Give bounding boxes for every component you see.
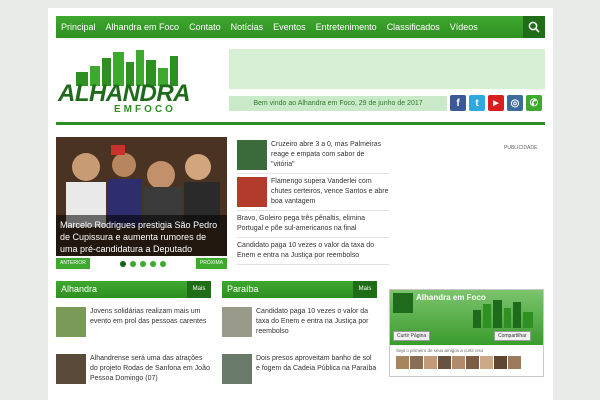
slider-caption[interactable]: Marcelo Rodrigues prestigia São Pedro de… (56, 215, 227, 256)
nav-item-eventos[interactable]: Eventos (268, 16, 311, 38)
list-item[interactable]: Jovens solidárias realizam mais um event… (56, 307, 211, 337)
nav-item-classificados[interactable]: Classificados (382, 16, 445, 38)
featured-slider[interactable]: Marcelo Rodrigues prestigia São Pedro de… (56, 137, 227, 256)
avatar[interactable] (466, 356, 479, 369)
page-container: Principal Alhandra em Foco Contato Notíc… (48, 8, 553, 400)
section-more-button[interactable]: Mais (353, 281, 377, 298)
list-item[interactable]: Flamengo supera Vanderlei com chutes cer… (237, 174, 389, 211)
logo-subtitle: EMFOCO (114, 104, 176, 115)
social-links: f t ▶ ◎ ✆ (450, 95, 542, 111)
facebook-cover[interactable]: Alhandra em Foco Curtir Página Compartil… (390, 290, 543, 345)
nav-item-contato[interactable]: Contato (184, 16, 226, 38)
facebook-page-widget: Alhandra em Foco Curtir Página Compartil… (389, 289, 544, 377)
facebook-icon[interactable]: f (450, 95, 466, 111)
news-thumbnail (222, 354, 252, 384)
nav-item-alhandra-em-foco[interactable]: Alhandra em Foco (101, 16, 185, 38)
site-logo[interactable]: ALHANDRA EMFOCO (56, 48, 190, 122)
facebook-share-button[interactable]: Compartilhar (494, 331, 531, 341)
news-thumbnail (237, 140, 267, 170)
search-icon (528, 21, 540, 33)
avatar[interactable] (410, 356, 423, 369)
facebook-like-button[interactable]: Curtir Página (393, 331, 431, 341)
facebook-page-avatar[interactable] (393, 293, 413, 313)
section-title: Paraíba (227, 284, 259, 294)
news-headline[interactable]: Jovens solidárias realizam mais um event… (90, 307, 211, 337)
news-headline[interactable]: Alhandrense será uma das atrações do pro… (90, 354, 211, 384)
slider-dots (119, 260, 166, 267)
avatar[interactable] (396, 356, 409, 369)
slider-dot[interactable] (129, 260, 136, 267)
slider-prev-button[interactable]: ANTERIOR (56, 258, 90, 269)
latest-news-list: Cruzeiro abre 3 a 0, mas Palmeiras reage… (237, 137, 389, 265)
news-thumbnail (56, 354, 86, 384)
avatar[interactable] (494, 356, 507, 369)
news-headline[interactable]: Candidato paga 10 vezes o valor da taxa … (237, 241, 389, 261)
nav-item-principal[interactable]: Principal (56, 16, 101, 38)
nav-item-noticias[interactable]: Notícias (226, 16, 269, 38)
news-headline[interactable]: Dois presos aproveitam banho de sol e fo… (256, 354, 377, 384)
list-item[interactable]: Candidato paga 10 vezes o valor da taxa … (237, 238, 389, 265)
avatar[interactable] (508, 356, 521, 369)
news-thumbnail (237, 177, 267, 207)
nav-item-videos[interactable]: Vídeos (445, 16, 483, 38)
list-item[interactable]: Dois presos aproveitam banho de sol e fo… (222, 354, 377, 384)
nav-item-entretenimento[interactable]: Entretenimento (311, 16, 382, 38)
ad-banner[interactable] (229, 49, 545, 89)
news-thumbnail (56, 307, 86, 337)
list-item[interactable]: Candidato paga 10 vezes o valor da taxa … (222, 307, 377, 337)
main-nav: Principal Alhandra em Foco Contato Notíc… (56, 16, 545, 38)
list-item[interactable]: Alhandrense será uma das atrações do pro… (56, 354, 211, 384)
twitter-icon[interactable]: t (469, 95, 485, 111)
avatar[interactable] (424, 356, 437, 369)
city-skyline-icon (473, 300, 533, 328)
news-headline[interactable]: Cruzeiro abre 3 a 0, mas Palmeiras reage… (271, 140, 389, 170)
header-divider (56, 122, 545, 125)
section-alhandra-header: Alhandra Mais (56, 281, 211, 298)
instagram-icon[interactable]: ◎ (507, 95, 523, 111)
slider-controls: ANTERIOR PRÓXIMA (56, 258, 227, 269)
avatar[interactable] (452, 356, 465, 369)
avatar[interactable] (480, 356, 493, 369)
slider-dot[interactable] (119, 260, 126, 267)
section-title: Alhandra (61, 284, 98, 294)
news-headline[interactable]: Candidato paga 10 vezes o valor da taxa … (256, 307, 377, 337)
whatsapp-icon[interactable]: ✆ (526, 95, 542, 111)
facebook-friends-text: Seja o primeiro de seus amigos a curtir … (396, 348, 484, 353)
section-paraiba-header: Paraíba Mais (222, 281, 377, 298)
slider-dot[interactable] (159, 260, 166, 267)
youtube-icon[interactable]: ▶ (488, 95, 504, 111)
news-headline[interactable]: Flamengo supera Vanderlei com chutes cer… (271, 177, 389, 207)
search-button[interactable] (523, 16, 545, 38)
news-thumbnail (222, 307, 252, 337)
slider-dot[interactable] (139, 260, 146, 267)
facebook-fan-faces (390, 356, 543, 369)
list-item[interactable]: Cruzeiro abre 3 a 0, mas Palmeiras reage… (237, 137, 389, 174)
avatar[interactable] (438, 356, 451, 369)
advertising-label: PUBLICIDADE (504, 145, 538, 151)
news-headline[interactable]: Bravo, Goleiro pega três pênaltis, elimi… (237, 214, 389, 234)
list-item[interactable]: Bravo, Goleiro pega três pênaltis, elimi… (237, 211, 389, 238)
section-more-button[interactable]: Mais (187, 281, 211, 298)
slider-next-button[interactable]: PRÓXIMA (195, 258, 227, 269)
slider-dot[interactable] (149, 260, 156, 267)
welcome-bar: Bem vindo ao Alhandra em Foco, 29 de jun… (229, 96, 447, 111)
